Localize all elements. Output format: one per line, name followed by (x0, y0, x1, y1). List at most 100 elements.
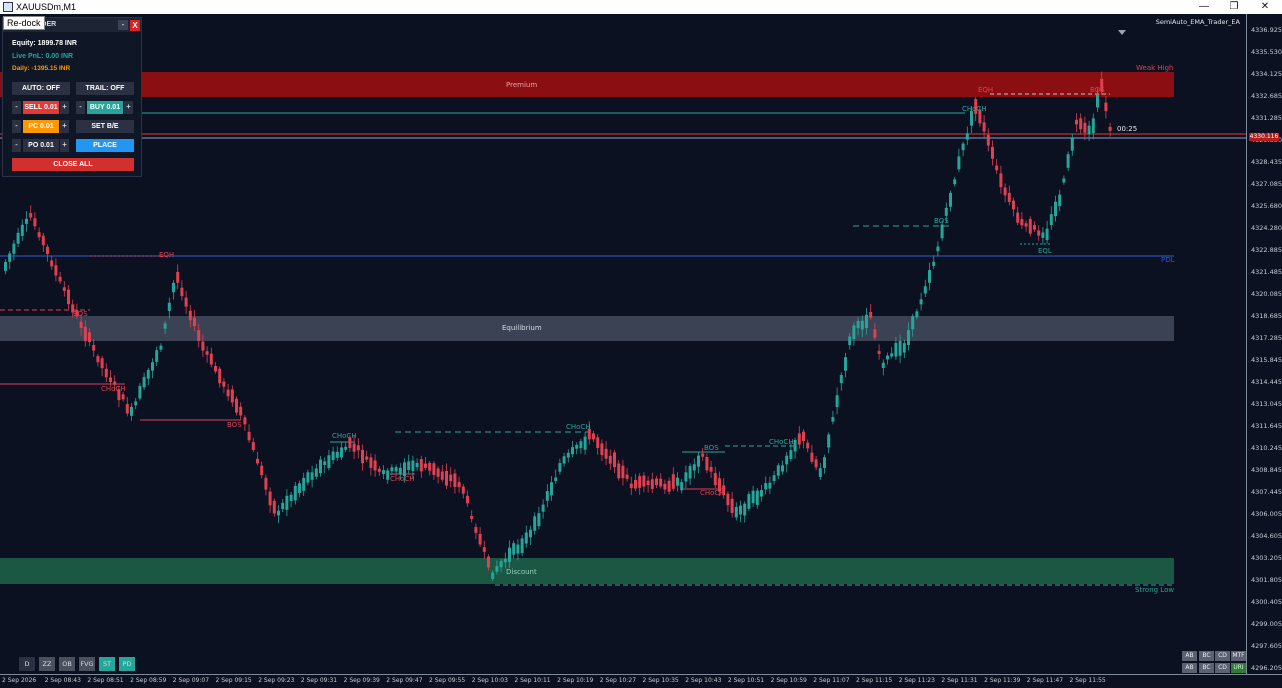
partial-close-button[interactable]: PC 0.01 (23, 120, 59, 133)
tf-row2-cd[interactable]: CD (1215, 663, 1230, 673)
time-tick: 2 Sep 09:39 (343, 677, 380, 684)
candle-body (713, 472, 717, 486)
restore-button[interactable]: ❐ (1219, 0, 1249, 14)
pending-order-lot[interactable]: PO 0.01 (23, 139, 59, 152)
candle-body (151, 362, 154, 371)
buy-button[interactable]: BUY 0.01 (87, 101, 123, 114)
candle-body (457, 482, 461, 488)
candle-body (239, 406, 243, 416)
close-window-button[interactable]: ✕ (1250, 0, 1280, 14)
price-tick: 4299.005 (1251, 620, 1282, 628)
tf-row2-ab[interactable]: AB (1182, 663, 1197, 673)
sell-lot-decrease-button[interactable]: - (12, 101, 21, 114)
buy-lot-increase-button[interactable]: + (124, 101, 133, 114)
bos-label-4: BOS (934, 217, 949, 225)
panel-close-button[interactable]: X (130, 20, 140, 31)
time-tick: 2 Sep 11:23 (898, 677, 935, 684)
candle-body (314, 468, 318, 477)
candle-body (8, 253, 12, 262)
candle-body (54, 265, 58, 276)
candle-body (235, 398, 238, 413)
panel-minimize-button[interactable]: - (118, 20, 128, 30)
candle-body (243, 417, 247, 425)
price-tick: 4334.125 (1251, 70, 1282, 78)
candle-body (214, 365, 217, 372)
toggle-st[interactable]: ST (99, 657, 115, 671)
candle-body (818, 468, 822, 477)
toggle-zz[interactable]: ZZ (39, 657, 55, 671)
candle-body (697, 455, 700, 467)
candle-body (62, 287, 66, 291)
time-tick: 2 Sep 10:43 (685, 677, 722, 684)
po-lot-decrease-button[interactable]: - (12, 139, 21, 152)
candle-body (537, 513, 541, 527)
buy-lot-decrease-button[interactable]: - (76, 101, 85, 114)
candle-body (327, 455, 331, 469)
price-tick: 4315.845 (1251, 356, 1282, 364)
tf-row1-bc[interactable]: BC (1199, 651, 1214, 661)
tf-row2-uri[interactable]: URI (1231, 663, 1246, 673)
time-axis[interactable]: 2 Sep 2026 2 Sep 08:43 2 Sep 08:51 2 Sep 08… (0, 674, 1282, 688)
tf-row1-cd[interactable]: CD (1215, 651, 1230, 661)
candle-body (1096, 94, 1099, 108)
sell-button[interactable]: SELL 0.01 (23, 101, 59, 114)
candle-body (524, 532, 528, 544)
price-tick: 4322.885 (1251, 246, 1282, 254)
candle-body (25, 218, 28, 224)
tf-row1-mtf[interactable]: MTF (1231, 651, 1246, 661)
toggle-ob[interactable]: OB (59, 657, 75, 671)
equilibrium-zone (0, 316, 1174, 341)
price-tick: 4327.085 (1251, 180, 1282, 188)
candle-body (923, 286, 927, 294)
candle-body (67, 289, 70, 305)
candle-body (415, 462, 419, 468)
price-tick: 4300.405 (1251, 598, 1282, 606)
candle-body (638, 476, 642, 488)
time-tick: 2 Sep 09:47 (386, 677, 423, 684)
toggle-d[interactable]: D (19, 657, 35, 671)
candle-body (1108, 126, 1112, 131)
candle-body (814, 459, 818, 468)
candle-body (361, 449, 364, 464)
candle-body (331, 451, 335, 461)
candle-body (218, 368, 222, 384)
candle-body (88, 332, 91, 342)
candle-body (953, 179, 957, 185)
close-all-button[interactable]: CLOSE ALL (12, 158, 134, 171)
price-tick: 4325.680 (1251, 202, 1282, 210)
candlestick-chart[interactable] (0, 14, 1246, 674)
candle-body (545, 491, 549, 501)
candle-body (650, 479, 654, 489)
pc-lot-decrease-button[interactable]: - (12, 120, 21, 133)
candle-body (407, 461, 411, 470)
price-chart[interactable]: SemiAuto_EMA_Trader_EA Premium Equilibri… (0, 14, 1246, 674)
candle-body (995, 165, 999, 171)
minimize-button[interactable]: — (1189, 0, 1219, 14)
toggle-fvg[interactable]: FVG (79, 657, 95, 671)
price-axis[interactable]: 4336.925 4335.530 4334.125 4332.685 4331.285… (1246, 14, 1282, 674)
auto-toggle-button[interactable]: AUTO: OFF (12, 82, 70, 95)
candle-body (201, 341, 205, 351)
candle-body (776, 465, 780, 476)
candle-body (37, 232, 41, 238)
chart-shift-marker[interactable] (1118, 30, 1126, 35)
pc-lot-increase-button[interactable]: + (60, 120, 69, 133)
toggle-pd[interactable]: PD (119, 657, 135, 671)
time-tick: 2 Sep 08:51 (87, 677, 124, 684)
candle-body (1012, 200, 1015, 210)
choch-label-5: CHoCH (700, 489, 725, 497)
price-tick: 4311.645 (1251, 422, 1282, 430)
redock-button[interactable]: Re-dock (3, 16, 45, 30)
set-breakeven-button[interactable]: SET B/E (76, 120, 134, 133)
sell-lot-increase-button[interactable]: + (60, 101, 69, 114)
tf-row2-bc[interactable]: BC (1199, 663, 1214, 673)
candle-body (251, 442, 255, 450)
time-tick: 2 Sep 11:39 (984, 677, 1021, 684)
candle-body (516, 544, 520, 554)
po-lot-increase-button[interactable]: + (60, 139, 69, 152)
place-order-button[interactable]: PLACE (76, 139, 134, 152)
trail-toggle-button[interactable]: TRAIL: OFF (76, 82, 134, 95)
candle-body (180, 287, 184, 297)
tf-row1-ab[interactable]: AB (1182, 651, 1197, 661)
choch-label-1: CHoCH (101, 385, 126, 393)
